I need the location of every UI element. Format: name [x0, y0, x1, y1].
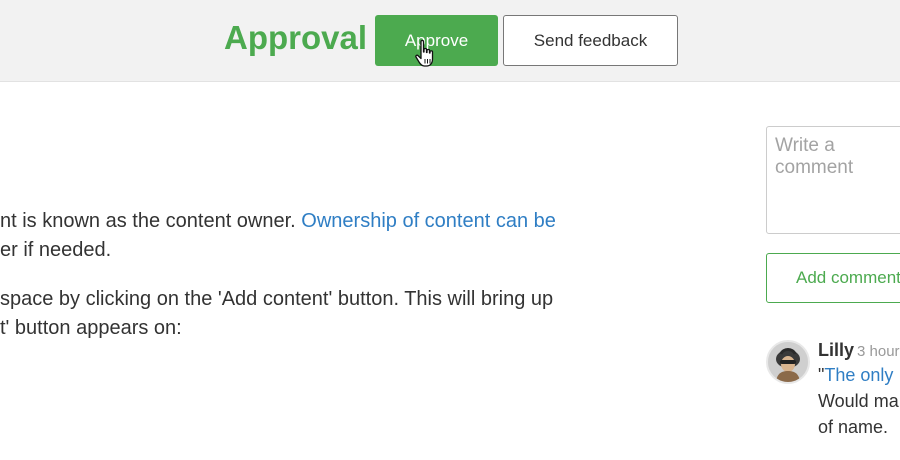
approve-button-label: Approve — [404, 30, 469, 50]
ownership-line-1: nt is known as the content owner. Owners… — [0, 207, 556, 236]
ownership-text: nt is known as the content owner. — [0, 210, 302, 232]
comment-item: Lilly 3 hours ago "The only Would ma of … — [766, 338, 900, 460]
add-comment-button[interactable]: Add comment — [766, 253, 900, 303]
add-content-line-1: space by clicking on the 'Add content' b… — [0, 288, 554, 310]
comment-input[interactable] — [766, 126, 900, 234]
comment-line-2: Would ma — [818, 391, 899, 411]
comment-timestamp: 3 hours ago — [857, 343, 900, 360]
send-feedback-button[interactable]: Send feedback — [503, 15, 678, 66]
ownership-paragraph: nt is known as the content owner. Owners… — [0, 207, 556, 265]
add-content-line-2: t' button appears on: — [0, 317, 182, 339]
avatar — [766, 340, 810, 384]
add-content-paragraph: space by clicking on the 'Add content' b… — [0, 285, 553, 343]
comment-link[interactable]: The only — [824, 365, 893, 385]
add-comment-button-label: Add comment — [796, 268, 900, 287]
ownership-link[interactable]: Ownership of content can be — [301, 210, 556, 232]
send-feedback-button-label: Send feedback — [533, 30, 648, 50]
approve-button[interactable]: Approve — [375, 15, 498, 66]
approval-toolbar: Approval Approve Send feedback — [0, 0, 900, 82]
avatar-image — [768, 342, 808, 382]
comment-line-1: "The only — [818, 362, 893, 388]
comment-author: Lilly — [818, 340, 855, 360]
ownership-line-2: er if needed. — [0, 239, 112, 261]
approval-title: Approval — [224, 19, 368, 56]
comment-line-3: of name. — [818, 417, 889, 437]
